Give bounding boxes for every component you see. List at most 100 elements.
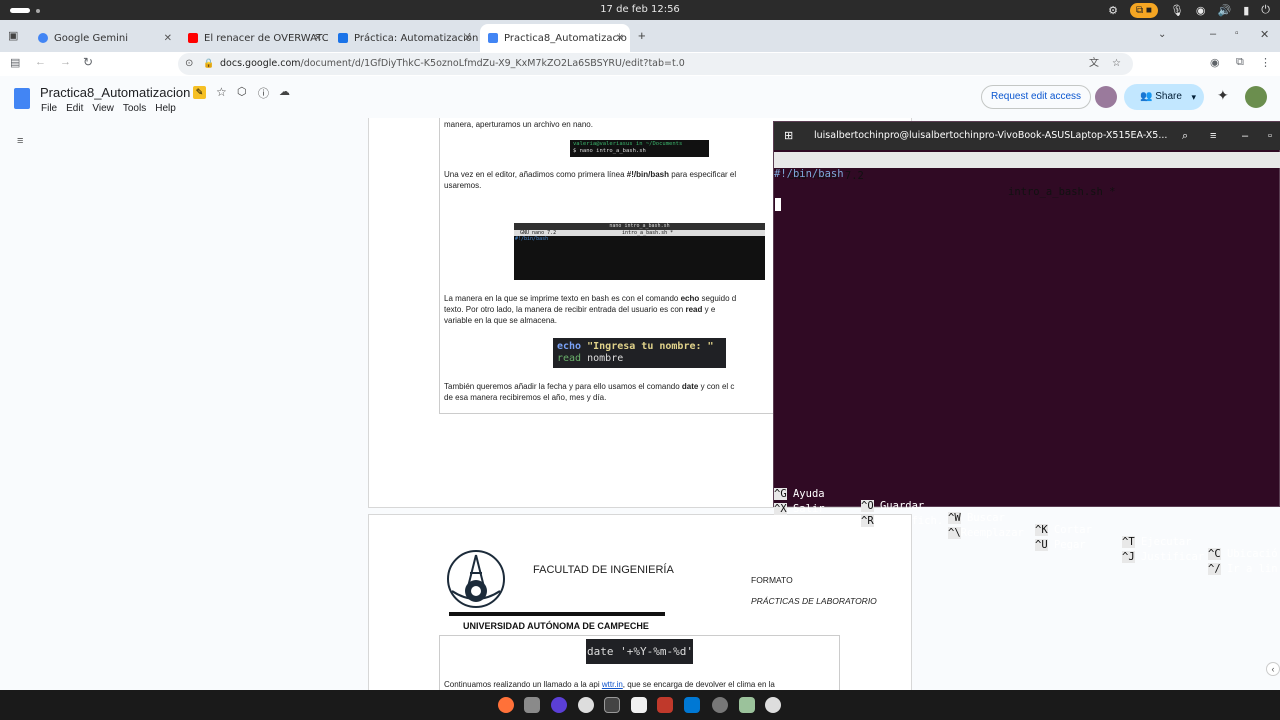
terminal-minimize-icon[interactable]: – <box>1242 122 1248 150</box>
media-player-icon[interactable] <box>551 697 567 713</box>
shortcut-exit[interactable]: ^X Salir <box>774 503 825 515</box>
shortcut-location[interactable]: ^C Ubicació <box>1208 548 1278 560</box>
document-title[interactable]: Practica8_Automatizacion <box>40 85 190 100</box>
terminal-title: luisalbertochinpro@luisalbertochinpro-Vi… <box>814 130 1168 141</box>
move-folder-icon[interactable]: ⬡ <box>237 85 247 98</box>
battery-icon[interactable]: ▮ <box>1243 4 1249 17</box>
faculty-heading: FACULTAD DE INGENIERÍA <box>533 564 674 576</box>
tab-label: El renacer de OVERWATC <box>204 32 328 44</box>
tab-practica-automatizacion[interactable]: Práctica: Automatización ✕ <box>330 24 478 52</box>
menu-file[interactable]: File <box>41 103 57 114</box>
university-name: UNIVERSIDAD AUTÓNOMA DE CAMPECHE <box>463 621 649 631</box>
terminal-titlebar[interactable]: ⊞ luisalbertochinpro@luisalbertochinpro-… <box>774 122 1280 150</box>
shortcut-key: ^K <box>1035 524 1048 536</box>
firefox-icon[interactable] <box>498 697 514 713</box>
shortcut-key: ^O <box>861 500 874 512</box>
address-bar[interactable]: ⊙ 🔒 docs.google.com/document/d/1GfDiyThk… <box>178 53 1133 75</box>
power-icon[interactable]: ⏻ <box>1261 4 1270 17</box>
forward-arrow-icon[interactable]: → <box>60 56 71 68</box>
terminal-maximize-icon[interactable]: ▫ <box>1268 122 1272 150</box>
shortcut-label: Justificar <box>1140 551 1205 563</box>
microphone-icon[interactable]: 🎙 <box>1170 4 1184 17</box>
system-clock[interactable]: 17 de feb 12:56 <box>0 4 1280 15</box>
site-info-icon[interactable]: ⊙ <box>185 53 193 75</box>
cloud-status-icon[interactable]: ☁ <box>279 85 290 98</box>
terminal-menu-icon[interactable]: ≡ <box>1210 122 1216 150</box>
volume-icon[interactable]: 🔊 <box>1218 4 1232 17</box>
show-apps-icon[interactable] <box>765 697 781 713</box>
document-info-icon[interactable]: ⓘ <box>258 85 269 101</box>
bookmark-star-icon[interactable]: ☆ <box>1112 53 1121 75</box>
close-window-icon[interactable]: ✕ <box>1260 28 1269 41</box>
shortcut-search[interactable]: ^W Buscar <box>948 512 1005 524</box>
wifi-icon[interactable]: ◉ <box>1196 4 1206 17</box>
shortcut-execute[interactable]: ^T Ejecutar <box>1122 536 1192 548</box>
request-edit-access-button[interactable]: Request edit access <box>981 85 1092 109</box>
document-page-2: FACULTAD DE INGENIERÍA FORMATO PRÁCTICAS… <box>368 514 912 690</box>
shortcut-replace[interactable]: ^\Reemplazar <box>948 527 1024 539</box>
system-tray[interactable]: ⚙ ⧉ ■ 🎙 ◉ 🔊 ▮ ⏻ <box>1108 3 1270 18</box>
close-tab-icon[interactable]: ✕ <box>314 33 322 44</box>
recording-indicator[interactable]: ⧉ ■ <box>1129 3 1158 18</box>
nano-editor-screenshot: nano intro_a_bash.sh GNU nano 7.2 intro_… <box>514 223 765 280</box>
menu-view[interactable]: View <box>92 103 114 114</box>
close-tab-icon[interactable]: ✕ <box>164 33 172 44</box>
outline-toggle-icon[interactable]: ≡ <box>17 135 23 147</box>
account-avatar[interactable] <box>1245 86 1267 108</box>
new-terminal-tab-icon[interactable]: ⊞ <box>784 122 793 150</box>
chrome-icon[interactable] <box>578 697 594 713</box>
share-dropdown-chevron-icon[interactable]: ▾ <box>1191 84 1196 110</box>
notes-app-icon[interactable] <box>631 697 647 713</box>
minimize-window-icon[interactable]: – <box>1210 28 1216 40</box>
tab-search-icon[interactable]: ▣ <box>8 29 18 42</box>
nano-buffer-line-1[interactable]: #!/bin/bash <box>774 168 844 180</box>
share-button[interactable]: 👥 Share ▾ <box>1124 84 1204 110</box>
translate-icon[interactable]: 文 <box>1089 53 1099 75</box>
text-run: Una vez en el editor, añadimos como prim… <box>444 170 627 179</box>
settings-app-icon[interactable] <box>712 697 728 713</box>
profile-icon[interactable]: ◉ <box>1210 56 1220 69</box>
tab-list-chevron-icon[interactable]: ⌄ <box>1158 29 1166 40</box>
gemini-spark-icon[interactable]: ✦ <box>1217 87 1229 104</box>
shortcut-paste[interactable]: ^U Pegar <box>1035 539 1086 551</box>
trash-icon[interactable] <box>739 697 755 713</box>
tab-overwatch[interactable]: El renacer de OVERWATC ✕ <box>180 24 328 52</box>
new-tab-icon[interactable]: + <box>638 28 646 43</box>
close-tab-icon[interactable]: ✕ <box>464 33 472 44</box>
back-arrow-icon[interactable]: ← <box>35 56 46 68</box>
shortcut-cut[interactable]: ^K Cortar <box>1035 524 1092 536</box>
files-icon[interactable] <box>524 697 540 713</box>
shortcut-goto-line[interactable]: ^/ Ir a lin <box>1208 563 1278 575</box>
extensions-icon[interactable]: ⧉ <box>1236 56 1244 69</box>
terminal-search-icon[interactable]: ⌕ <box>1182 122 1188 150</box>
nano-filename: intro_a_bash.sh * <box>1008 186 1116 198</box>
shortcut-save[interactable]: ^O Guardar <box>861 500 924 512</box>
updates-icon[interactable]: ⚙ <box>1108 4 1118 17</box>
close-tab-icon[interactable]: ✕ <box>616 33 624 44</box>
side-panel-icon[interactable]: ▤ <box>10 56 20 69</box>
people-icon: 👥 <box>1140 91 1156 102</box>
shortcut-key: ^U <box>1035 539 1048 551</box>
text-run-bold: read <box>685 305 703 314</box>
reload-icon[interactable]: ↻ <box>83 55 93 69</box>
menu-edit[interactable]: Edit <box>66 103 83 114</box>
terminal-app-icon[interactable] <box>604 697 620 713</box>
shortcut-justify[interactable]: ^J Justificar <box>1122 551 1204 563</box>
user-avatar[interactable] <box>1095 86 1117 108</box>
menu-tools[interactable]: Tools <box>123 103 146 114</box>
terminal-window[interactable]: ⊞ luisalbertochinpro@luisalbertochinpro-… <box>773 121 1280 575</box>
maximize-window-icon[interactable]: ▫ <box>1235 28 1239 39</box>
shortcut-label: Leer fich. <box>879 515 944 527</box>
wttr-link[interactable]: wttr.in <box>602 680 623 689</box>
shortcut-read-file[interactable]: ^R Leer fich. <box>861 515 943 527</box>
docs-logo-icon[interactable] <box>14 88 30 109</box>
vscode-icon[interactable] <box>684 697 700 713</box>
browser-menu-icon[interactable]: ⋮ <box>1260 56 1271 69</box>
star-icon[interactable]: ☆ <box>216 85 227 99</box>
collapse-panel-chevron-icon[interactable]: ‹ <box>1266 662 1280 676</box>
menu-help[interactable]: Help <box>155 103 176 114</box>
tab-practica8-active[interactable]: Practica8_Automatizacio ✕ <box>480 24 630 52</box>
tab-google-gemini[interactable]: Google Gemini ✕ <box>30 24 178 52</box>
obs-app-icon[interactable] <box>657 697 673 713</box>
offline-badge-icon[interactable]: ✎ <box>193 86 206 99</box>
